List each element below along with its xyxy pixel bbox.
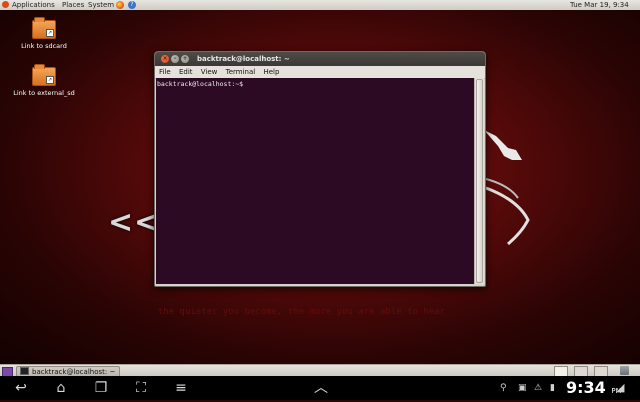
menu-view[interactable]: View	[201, 68, 218, 76]
back-icon[interactable]: ↩	[8, 379, 34, 397]
folder-icon: ↗	[32, 17, 56, 39]
wallpaper-chevron-icon: <	[108, 205, 134, 240]
terminal-output[interactable]: backtrack@localhost:~$	[156, 78, 474, 284]
desktop-icon-label: Link to external_sd	[13, 89, 75, 97]
android-system-bar: ↩ ⌂ ❐ ⛶ ≡ ︿ ⚲ ▣ ⚠ ▮ 9:34 PM ◢	[0, 376, 640, 400]
folder-icon: ↗	[32, 64, 56, 86]
scroll-thumb[interactable]	[476, 79, 483, 283]
desktop-icon-sdcard[interactable]: ↗ Link to sdcard	[9, 17, 79, 50]
shell-prompt: backtrack@localhost:~$	[157, 80, 244, 88]
warning-icon: ⚠	[534, 383, 543, 393]
taskbar-label: backtrack@localhost: ~	[32, 368, 116, 376]
menu-applications[interactable]: Applications	[12, 0, 55, 10]
trash-icon[interactable]	[620, 366, 629, 375]
menu-terminal[interactable]: Terminal	[226, 68, 256, 76]
clock-time: 9:34	[566, 378, 606, 397]
maximize-icon[interactable]: +	[181, 55, 189, 63]
help-icon[interactable]: ?	[128, 1, 136, 9]
chevron-up-icon[interactable]: ︿	[308, 379, 334, 397]
screenshot-icon[interactable]: ⛶	[128, 379, 154, 397]
gallery-icon: ▣	[518, 383, 527, 393]
ubuntu-logo-icon[interactable]	[2, 1, 9, 8]
menu-file[interactable]: File	[159, 68, 171, 76]
home-icon[interactable]: ⌂	[48, 379, 74, 397]
usb-icon: ⚲	[500, 383, 507, 393]
minimize-icon[interactable]: –	[171, 55, 179, 63]
status-clock[interactable]: 9:34 PM	[566, 377, 622, 402]
wallpaper-tagline: the quieter you become, the more you are…	[158, 307, 446, 317]
dragon-logo-icon	[481, 130, 530, 246]
menu-help[interactable]: Help	[263, 68, 279, 76]
title-bar[interactable]: × – + backtrack@localhost: ~	[155, 52, 485, 66]
battery-icon: ▮	[550, 383, 555, 393]
menu-edit[interactable]: Edit	[179, 68, 193, 76]
window-title: backtrack@localhost: ~	[197, 55, 290, 63]
menu-system[interactable]: System	[88, 0, 114, 10]
desktop-icon-label: Link to sdcard	[21, 42, 67, 50]
menu-places[interactable]: Places	[62, 0, 84, 10]
wifi-icon: ◢	[616, 381, 625, 394]
close-icon[interactable]: ×	[161, 55, 169, 63]
terminal-window[interactable]: × – + backtrack@localhost: ~ File Edit V…	[154, 51, 486, 287]
menu-icon[interactable]: ≡	[168, 379, 194, 397]
terminal-icon	[20, 367, 29, 375]
recent-apps-icon[interactable]: ❐	[88, 379, 114, 397]
scrollbar[interactable]	[474, 78, 484, 284]
desktop-icon-external-sd[interactable]: ↗ Link to external_sd	[9, 64, 79, 97]
firefox-icon[interactable]	[116, 1, 124, 9]
